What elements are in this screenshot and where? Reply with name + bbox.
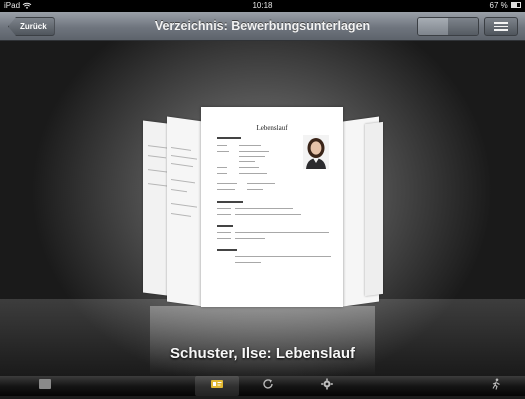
document-icon xyxy=(39,379,51,389)
segment-coverflow[interactable] xyxy=(418,18,448,35)
page-title: Verzeichnis: Bewerbungsunterlagen xyxy=(154,19,371,33)
tab-settings[interactable] xyxy=(311,376,343,396)
status-bar: iPad 10:18 67 % xyxy=(0,0,525,12)
document-coverflow[interactable]: Lebenslauf Schuster, Ilse: Lebenslauf xyxy=(0,41,525,376)
document-title-caption: Schuster, Ilse: Lebenslauf xyxy=(169,345,356,362)
document-heading: Lebenslauf xyxy=(256,124,288,132)
battery-icon xyxy=(511,1,521,8)
tab-bar xyxy=(0,376,525,396)
profile-photo xyxy=(303,135,329,169)
settings-gear-icon xyxy=(321,378,333,390)
tab-exit[interactable] xyxy=(482,376,510,396)
view-mode-segmented-control[interactable] xyxy=(417,17,479,36)
document-preview-lebenslauf[interactable]: Lebenslauf xyxy=(201,107,343,307)
list-view-button[interactable] xyxy=(484,17,518,36)
back-button[interactable]: Zurück xyxy=(8,17,55,36)
portrait-image xyxy=(306,138,326,169)
contact-card-icon xyxy=(211,380,223,388)
list-icon xyxy=(494,22,508,31)
document-thumbnail-right-far[interactable] xyxy=(365,121,383,297)
exit-icon xyxy=(492,378,500,390)
tab-documents[interactable] xyxy=(28,376,62,396)
tab-contact-card[interactable] xyxy=(195,376,239,396)
status-right: 67 % xyxy=(490,0,521,12)
segment-grid[interactable] xyxy=(448,18,478,35)
status-time: 10:18 xyxy=(252,1,273,10)
navigation-bar: Zurück Verzeichnis: Bewerbungsunterlagen xyxy=(0,12,525,41)
document-thumbnail-left[interactable] xyxy=(167,116,203,307)
sync-icon xyxy=(263,379,273,389)
page-reflection xyxy=(150,306,375,376)
tab-sync[interactable] xyxy=(252,376,284,396)
battery-percent: 67 % xyxy=(489,1,508,10)
